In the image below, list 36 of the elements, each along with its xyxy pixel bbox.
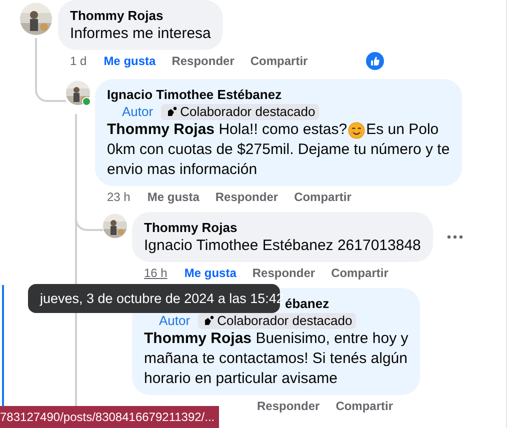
timestamp-link[interactable]: 1 d <box>70 53 87 69</box>
reply-link[interactable]: Responder <box>252 265 316 281</box>
like-link[interactable]: Me gusta <box>104 53 156 69</box>
reply-link[interactable]: Responder <box>257 398 320 414</box>
author-name[interactable]: Thommy Rojas <box>144 220 421 236</box>
author-name[interactable]: Thommy Rojas <box>70 8 211 24</box>
more-options-icon[interactable] <box>446 234 463 240</box>
comment-text: mañana te contactamos! Si tenés algún <box>144 349 408 369</box>
author-label: Autor <box>121 104 154 120</box>
like-link[interactable]: Me gusta <box>184 265 236 281</box>
comment-text: 0km con cuotas de $275mil. Dejame tu número y te <box>107 140 450 160</box>
share-link[interactable]: Compartir <box>294 189 352 205</box>
share-link[interactable]: Compartir <box>331 265 388 281</box>
author-label: Autor <box>158 312 192 328</box>
comment-text: Es un Polo <box>366 120 439 140</box>
star-icon <box>202 314 214 326</box>
comment-text: Thommy Rojas Hola!! como estas? <box>107 120 348 140</box>
contributor-badge: Colaborador destacado <box>161 104 320 120</box>
link-url-status: 783127490/posts/8308416679211392/... <box>0 406 219 428</box>
comment-text: Thommy Rojas Buenisimo, entre hoy y <box>144 329 408 349</box>
contributor-badge: Colaborador destacado <box>198 312 356 328</box>
author-name[interactable]: Ignacio Timothee Estébanez <box>107 87 450 103</box>
timestamp-link[interactable]: 23 h <box>107 189 130 205</box>
comment-text: Informes me interesa <box>70 24 211 44</box>
thumbs-up-icon[interactable] <box>366 52 384 70</box>
comment-text: Ignacio Timothee Estébanez 2617013848 <box>144 236 421 256</box>
reply-link[interactable]: Responder <box>215 189 278 205</box>
share-link[interactable]: Compartir <box>250 53 308 69</box>
timestamp-link[interactable]: 16 h <box>144 265 168 281</box>
smiling-face-icon <box>348 122 366 138</box>
comment-text: envio mas información <box>107 160 258 180</box>
comment-text: horario en particular avisame <box>144 369 338 389</box>
share-link[interactable]: Compartir <box>336 398 394 414</box>
like-link[interactable]: Me gusta <box>147 189 200 205</box>
reply-link[interactable]: Responder <box>172 53 234 69</box>
star-icon <box>165 106 178 118</box>
